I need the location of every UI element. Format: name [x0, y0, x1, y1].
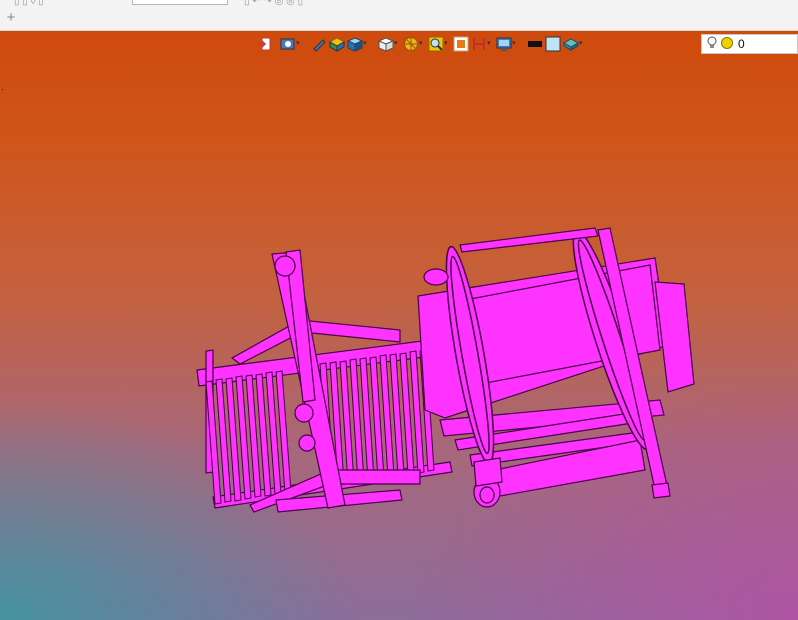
annotation-display-button[interactable]: ▾	[496, 35, 519, 53]
saved-views-icon	[377, 36, 395, 52]
display-style-icon	[346, 36, 364, 52]
chevron-down-icon: ▾	[487, 40, 491, 47]
appearance-icon	[562, 36, 580, 52]
color-black-swatch-icon	[527, 36, 543, 52]
display-style-button[interactable]: ▾	[346, 35, 370, 53]
lighting-control[interactable]: 0	[701, 34, 798, 54]
datum-display-icon	[471, 36, 487, 52]
origin-marker	[2, 89, 3, 90]
sketch-button[interactable]	[311, 35, 327, 53]
chevron-down-icon: ▾	[444, 40, 448, 47]
graphics-viewport[interactable]	[0, 31, 798, 620]
chevron-down-icon: ▾	[296, 40, 300, 47]
zoom-icon	[428, 36, 444, 52]
lighting-value: 0	[738, 37, 745, 51]
zoom-button[interactable]: ▾	[428, 35, 451, 53]
refit-button[interactable]	[453, 35, 469, 53]
exit-view-button[interactable]	[256, 35, 272, 53]
section-icon	[403, 36, 419, 52]
chevron-down-icon: ▾	[512, 40, 516, 47]
saved-views-button[interactable]: ▾	[377, 35, 401, 53]
chevron-down-icon: ▾	[394, 40, 398, 47]
lightbulb-icon	[706, 36, 718, 53]
refit-icon	[453, 36, 469, 52]
datum-display-button[interactable]: ▾	[471, 35, 494, 53]
chevron-down-icon: ▾	[579, 40, 583, 47]
quick-access-icons: ▯ ▯ ◊ ▯	[14, 0, 44, 7]
shading-button[interactable]	[328, 35, 346, 53]
light-source-icon	[720, 36, 734, 53]
color-light-button[interactable]	[545, 35, 561, 53]
quick-access-icons-right: ▯ ↶ ↷ ◎ ◎ ▯	[244, 0, 304, 7]
quick-access-input[interactable]	[132, 0, 228, 5]
graphics-toolbar: ▾ ▾ ▾ ▾ ▾ ▾ ▾ ▾	[256, 34, 586, 54]
color-light-swatch-icon	[545, 36, 561, 52]
annotation-display-icon	[496, 36, 512, 52]
appearance-button[interactable]: ▾	[562, 35, 586, 53]
color-black-button[interactable]	[527, 35, 543, 53]
exit-view-icon	[256, 36, 272, 52]
add-tab-button[interactable]: +	[4, 10, 18, 26]
view-manager-icon	[280, 36, 296, 52]
view-manager-button[interactable]: ▾	[280, 35, 303, 53]
chevron-down-icon: ▾	[363, 40, 367, 47]
3d-model-view[interactable]	[0, 31, 798, 620]
shading-icon	[328, 36, 346, 52]
pencil-icon	[311, 36, 327, 52]
top-ribbon-bar: ▯ ▯ ◊ ▯ ▯ ↶ ↷ ◎ ◎ ▯	[0, 0, 798, 31]
section-button[interactable]: ▾	[403, 35, 426, 53]
chevron-down-icon: ▾	[419, 40, 423, 47]
